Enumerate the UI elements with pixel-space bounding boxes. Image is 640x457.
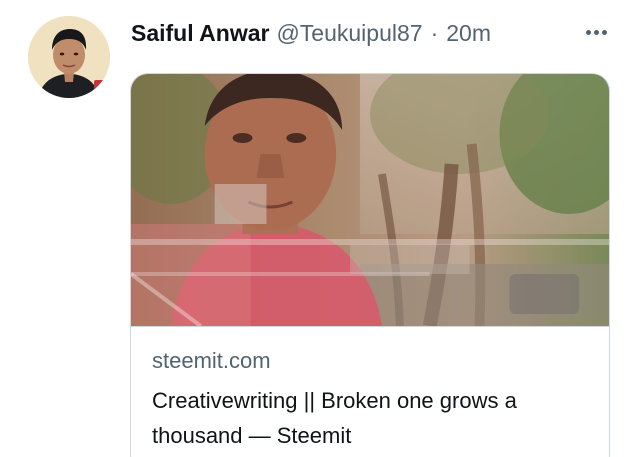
link-card[interactable]: steemit.com Creativewriting || Broken on… xyxy=(130,73,610,457)
card-body[interactable]: steemit.com Creativewriting || Broken on… xyxy=(131,326,609,453)
user-handle[interactable]: @Teukuipul87 xyxy=(276,18,422,48)
tweet[interactable]: Saiful Anwar @Teukuipul87 · 20m steemit.… xyxy=(0,0,640,457)
card-title: Creativewriting || Broken one grows a th… xyxy=(152,388,517,448)
card-image[interactable] xyxy=(131,74,609,326)
more-horizontal-icon-dot xyxy=(593,29,599,35)
more-horizontal-icon-dot xyxy=(601,29,607,35)
separator-dot: · xyxy=(430,20,439,46)
timestamp[interactable]: 20m xyxy=(446,18,491,48)
card-domain: steemit.com xyxy=(152,348,271,373)
more-horizontal-icon-dot xyxy=(585,29,591,35)
user-avatar-photo-icon xyxy=(28,16,110,98)
more-options-button[interactable] xyxy=(580,18,612,46)
tweet-header: Saiful Anwar @Teukuipul87 · 20m xyxy=(131,18,491,48)
display-name[interactable]: Saiful Anwar xyxy=(131,18,269,48)
avatar[interactable] xyxy=(28,16,110,98)
